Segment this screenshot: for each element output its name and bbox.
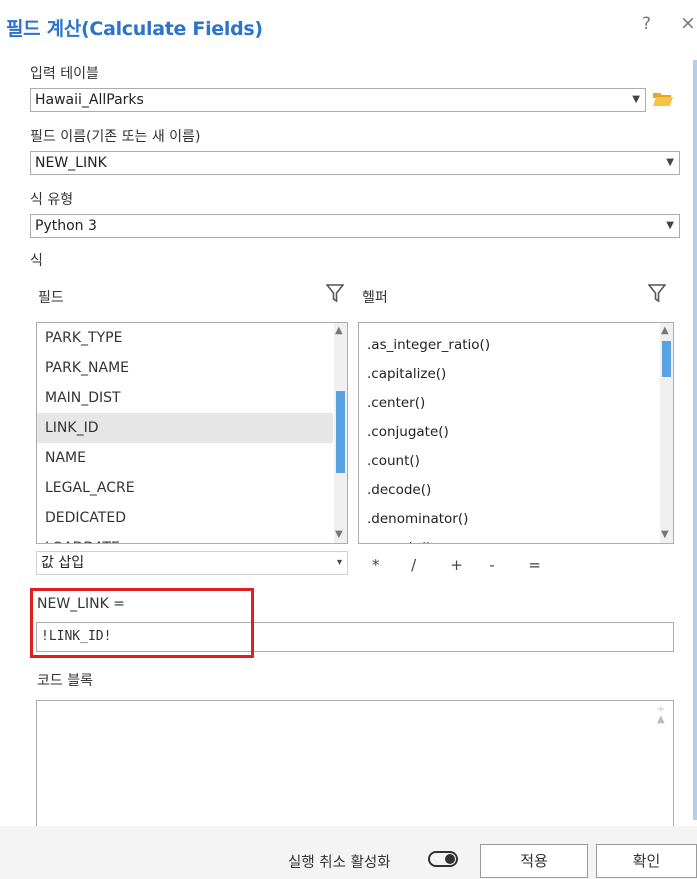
help-icon[interactable]: ? [642, 14, 651, 34]
insert-values-dropdown[interactable]: 값 삽입 ▾ [36, 551, 348, 575]
multiply-button[interactable]: * [372, 556, 406, 574]
scroll-arrows-icon[interactable]: ÷ ▲ [657, 705, 665, 725]
scroll-down-icon[interactable]: ▼ [335, 529, 343, 541]
undo-toggle-label: 실행 취소 활성화 [288, 855, 391, 871]
expression-type-label: 식 유형 [30, 192, 74, 208]
scroll-down-icon[interactable]: ▼ [661, 529, 669, 541]
list-item[interactable]: .conjugate() [359, 418, 659, 447]
list-item[interactable]: LEGAL_ACRE [37, 473, 333, 503]
input-table-label: 입력 테이블 [30, 66, 99, 82]
list-item-selected[interactable]: LINK_ID [37, 413, 333, 443]
fields-list[interactable]: PARK_TYPE PARK_NAME MAIN_DIST LINK_ID NA… [36, 322, 348, 544]
scroll-thumb[interactable] [336, 391, 345, 473]
divide-button[interactable]: / [411, 556, 445, 574]
apply-button[interactable]: 적용 [480, 844, 588, 878]
list-item[interactable]: MAIN_DIST [37, 383, 333, 413]
subtract-button[interactable]: - [489, 556, 523, 574]
expression-label: 식 [30, 253, 43, 269]
list-item[interactable]: .encode() [359, 534, 659, 543]
close-icon[interactable]: × [680, 12, 696, 34]
insert-values-label: 값 삽입 [41, 555, 85, 571]
list-item[interactable]: .count() [359, 447, 659, 476]
fields-header: 필드 [38, 290, 64, 306]
list-item[interactable]: .capitalize() [359, 360, 659, 389]
list-item[interactable]: NAME [37, 443, 333, 473]
list-item[interactable]: LOADDATE [37, 533, 333, 543]
field-name-value: NEW_LINK [35, 155, 107, 171]
equals-button[interactable]: = [528, 556, 562, 574]
folder-open-icon[interactable] [652, 90, 674, 108]
list-item[interactable]: .as_integer_ratio() [359, 331, 659, 360]
helpers-list[interactable]: .as_integer_ratio() .capitalize() .cente… [358, 322, 674, 544]
filter-icon[interactable] [648, 283, 666, 303]
list-item[interactable]: .center() [359, 389, 659, 418]
chevron-down-icon: ▼ [666, 157, 674, 168]
field-name-label: 필드 이름(기존 또는 새 이름) [30, 129, 201, 145]
pane-scrollbar[interactable] [693, 60, 697, 820]
list-item[interactable]: .denominator() [359, 505, 659, 534]
scroll-up-icon[interactable]: ▲ [335, 325, 343, 337]
scroll-thumb[interactable] [662, 341, 671, 377]
list-item[interactable]: DEDICATED [37, 503, 333, 533]
filter-icon[interactable] [326, 283, 344, 303]
chevron-down-icon: ▼ [632, 94, 640, 105]
operator-bar: * / + - = [372, 555, 562, 574]
add-button[interactable]: + [450, 556, 484, 574]
list-item[interactable]: PARK_NAME [37, 353, 333, 383]
scroll-up-icon[interactable]: ▲ [661, 325, 669, 337]
code-block-label: 코드 블록 [37, 673, 93, 689]
undo-toggle[interactable] [428, 851, 458, 867]
code-block-input[interactable]: ÷ ▲ [36, 700, 674, 826]
ok-button[interactable]: 확인 [596, 844, 697, 878]
dialog-title: 필드 계산(Calculate Fields) [6, 18, 263, 40]
helpers-scrollbar[interactable]: ▲ ▼ [660, 323, 673, 543]
chevron-down-icon: ▼ [666, 220, 674, 231]
toggle-knob [445, 854, 455, 864]
fields-scrollbar[interactable]: ▲ ▼ [334, 323, 347, 543]
helpers-header: 헬퍼 [362, 290, 388, 306]
list-item[interactable]: PARK_TYPE [37, 323, 333, 353]
chevron-down-icon: ▾ [336, 557, 342, 568]
expression-type-dropdown[interactable]: Python 3 ▼ [30, 214, 680, 238]
list-item[interactable]: .decode() [359, 476, 659, 505]
field-name-dropdown[interactable]: NEW_LINK ▼ [30, 151, 680, 175]
expression-type-value: Python 3 [35, 218, 97, 234]
input-table-value: Hawaii_AllParks [35, 92, 144, 108]
input-table-dropdown[interactable]: Hawaii_AllParks ▼ [30, 88, 646, 112]
highlight-box [30, 588, 254, 658]
